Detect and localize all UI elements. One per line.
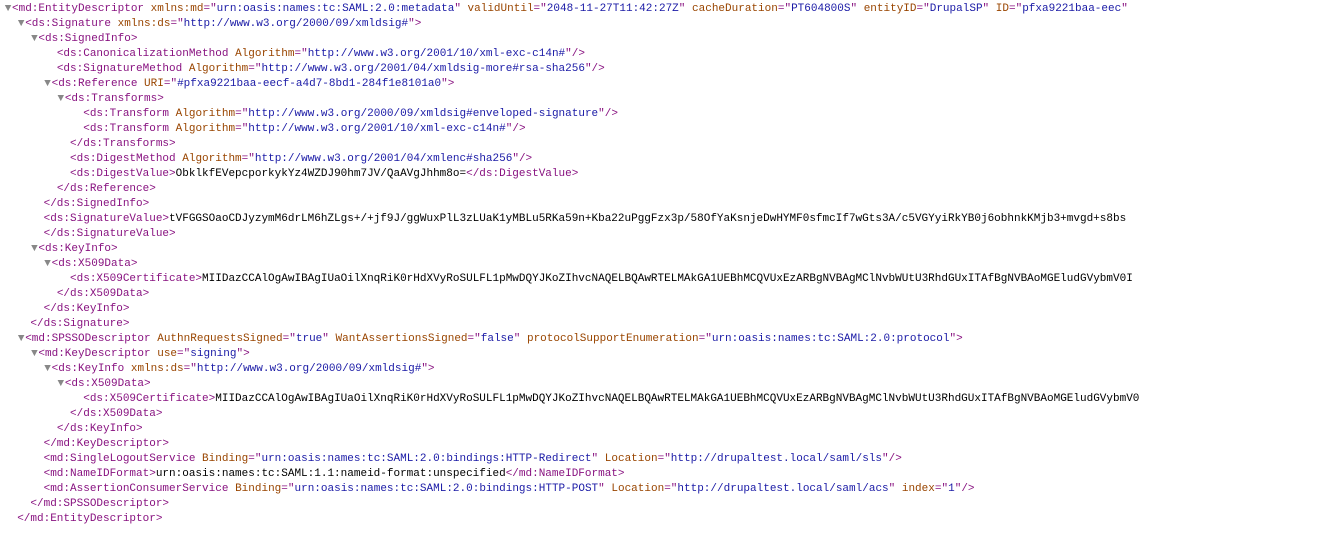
xml-line: <ds:DigestMethod Algorithm="http://www.w… [4, 152, 1323, 167]
xml-line: </ds:Reference> [4, 182, 1323, 197]
expand-toggle-icon[interactable]: ▼ [44, 362, 52, 377]
xml-line: <md:SingleLogoutService Binding="urn:oas… [4, 452, 1323, 467]
xml-line: <ds:SignatureMethod Algorithm="http://ww… [4, 62, 1323, 77]
xml-line: <ds:X509Certificate>MIIDazCCAlOgAwIBAgIU… [4, 272, 1323, 287]
expand-toggle-icon[interactable]: ▼ [57, 377, 65, 392]
expand-toggle-icon[interactable]: ▼ [4, 2, 12, 17]
xml-line: </md:SPSSODescriptor> [4, 497, 1323, 512]
xml-line: </md:KeyDescriptor> [4, 437, 1323, 452]
xml-line: ▼<ds:Reference URI="#pfxa9221baa-eecf-a4… [4, 77, 1323, 92]
xml-line: </ds:X509Data> [4, 287, 1323, 302]
xml-line: </ds:SignatureValue> [4, 227, 1323, 242]
xml-line: </ds:X509Data> [4, 407, 1323, 422]
xml-line: <md:AssertionConsumerService Binding="ur… [4, 482, 1323, 497]
xml-line: ▼<ds:KeyInfo> [4, 242, 1323, 257]
xml-line: <ds:CanonicalizationMethod Algorithm="ht… [4, 47, 1323, 62]
xml-line: <ds:SignatureValue>tVFGGSOaoCDJyzymM6drL… [4, 212, 1323, 227]
xml-line: </ds:Signature> [4, 317, 1323, 332]
xml-line: ▼<ds:Transforms> [4, 92, 1323, 107]
xml-line: ▼<ds:Signature xmlns:ds="http://www.w3.o… [4, 17, 1323, 32]
xml-line: </ds:SignedInfo> [4, 197, 1323, 212]
expand-toggle-icon[interactable]: ▼ [17, 17, 25, 32]
xml-line: ▼<ds:SignedInfo> [4, 32, 1323, 47]
xml-line: </ds:Transforms> [4, 137, 1323, 152]
xml-line: <ds:X509Certificate>MIIDazCCAlOgAwIBAgIU… [4, 392, 1323, 407]
xml-line: ▼<ds:KeyInfo xmlns:ds="http://www.w3.org… [4, 362, 1323, 377]
xml-line: <ds:Transform Algorithm="http://www.w3.o… [4, 107, 1323, 122]
expand-toggle-icon[interactable]: ▼ [17, 332, 25, 347]
xml-line: ▼<md:EntityDescriptor xmlns:md="urn:oasi… [4, 2, 1323, 17]
xml-line: ▼<md:KeyDescriptor use="signing"> [4, 347, 1323, 362]
expand-toggle-icon[interactable]: ▼ [57, 92, 65, 107]
xml-line: <md:NameIDFormat>urn:oasis:names:tc:SAML… [4, 467, 1323, 482]
xml-line: <ds:DigestValue>ObklkfEVepcporkykYz4WZDJ… [4, 167, 1323, 182]
xml-line: <ds:Transform Algorithm="http://www.w3.o… [4, 122, 1323, 137]
expand-toggle-icon[interactable]: ▼ [44, 257, 52, 272]
xml-line: </md:EntityDescriptor> [4, 512, 1323, 527]
xml-line: ▼<ds:X509Data> [4, 257, 1323, 272]
xml-line: </ds:KeyInfo> [4, 422, 1323, 437]
xml-line: ▼<ds:X509Data> [4, 377, 1323, 392]
expand-toggle-icon[interactable]: ▼ [44, 77, 52, 92]
xml-line: ▼<md:SPSSODescriptor AuthnRequestsSigned… [4, 332, 1323, 347]
xml-line: </ds:KeyInfo> [4, 302, 1323, 317]
